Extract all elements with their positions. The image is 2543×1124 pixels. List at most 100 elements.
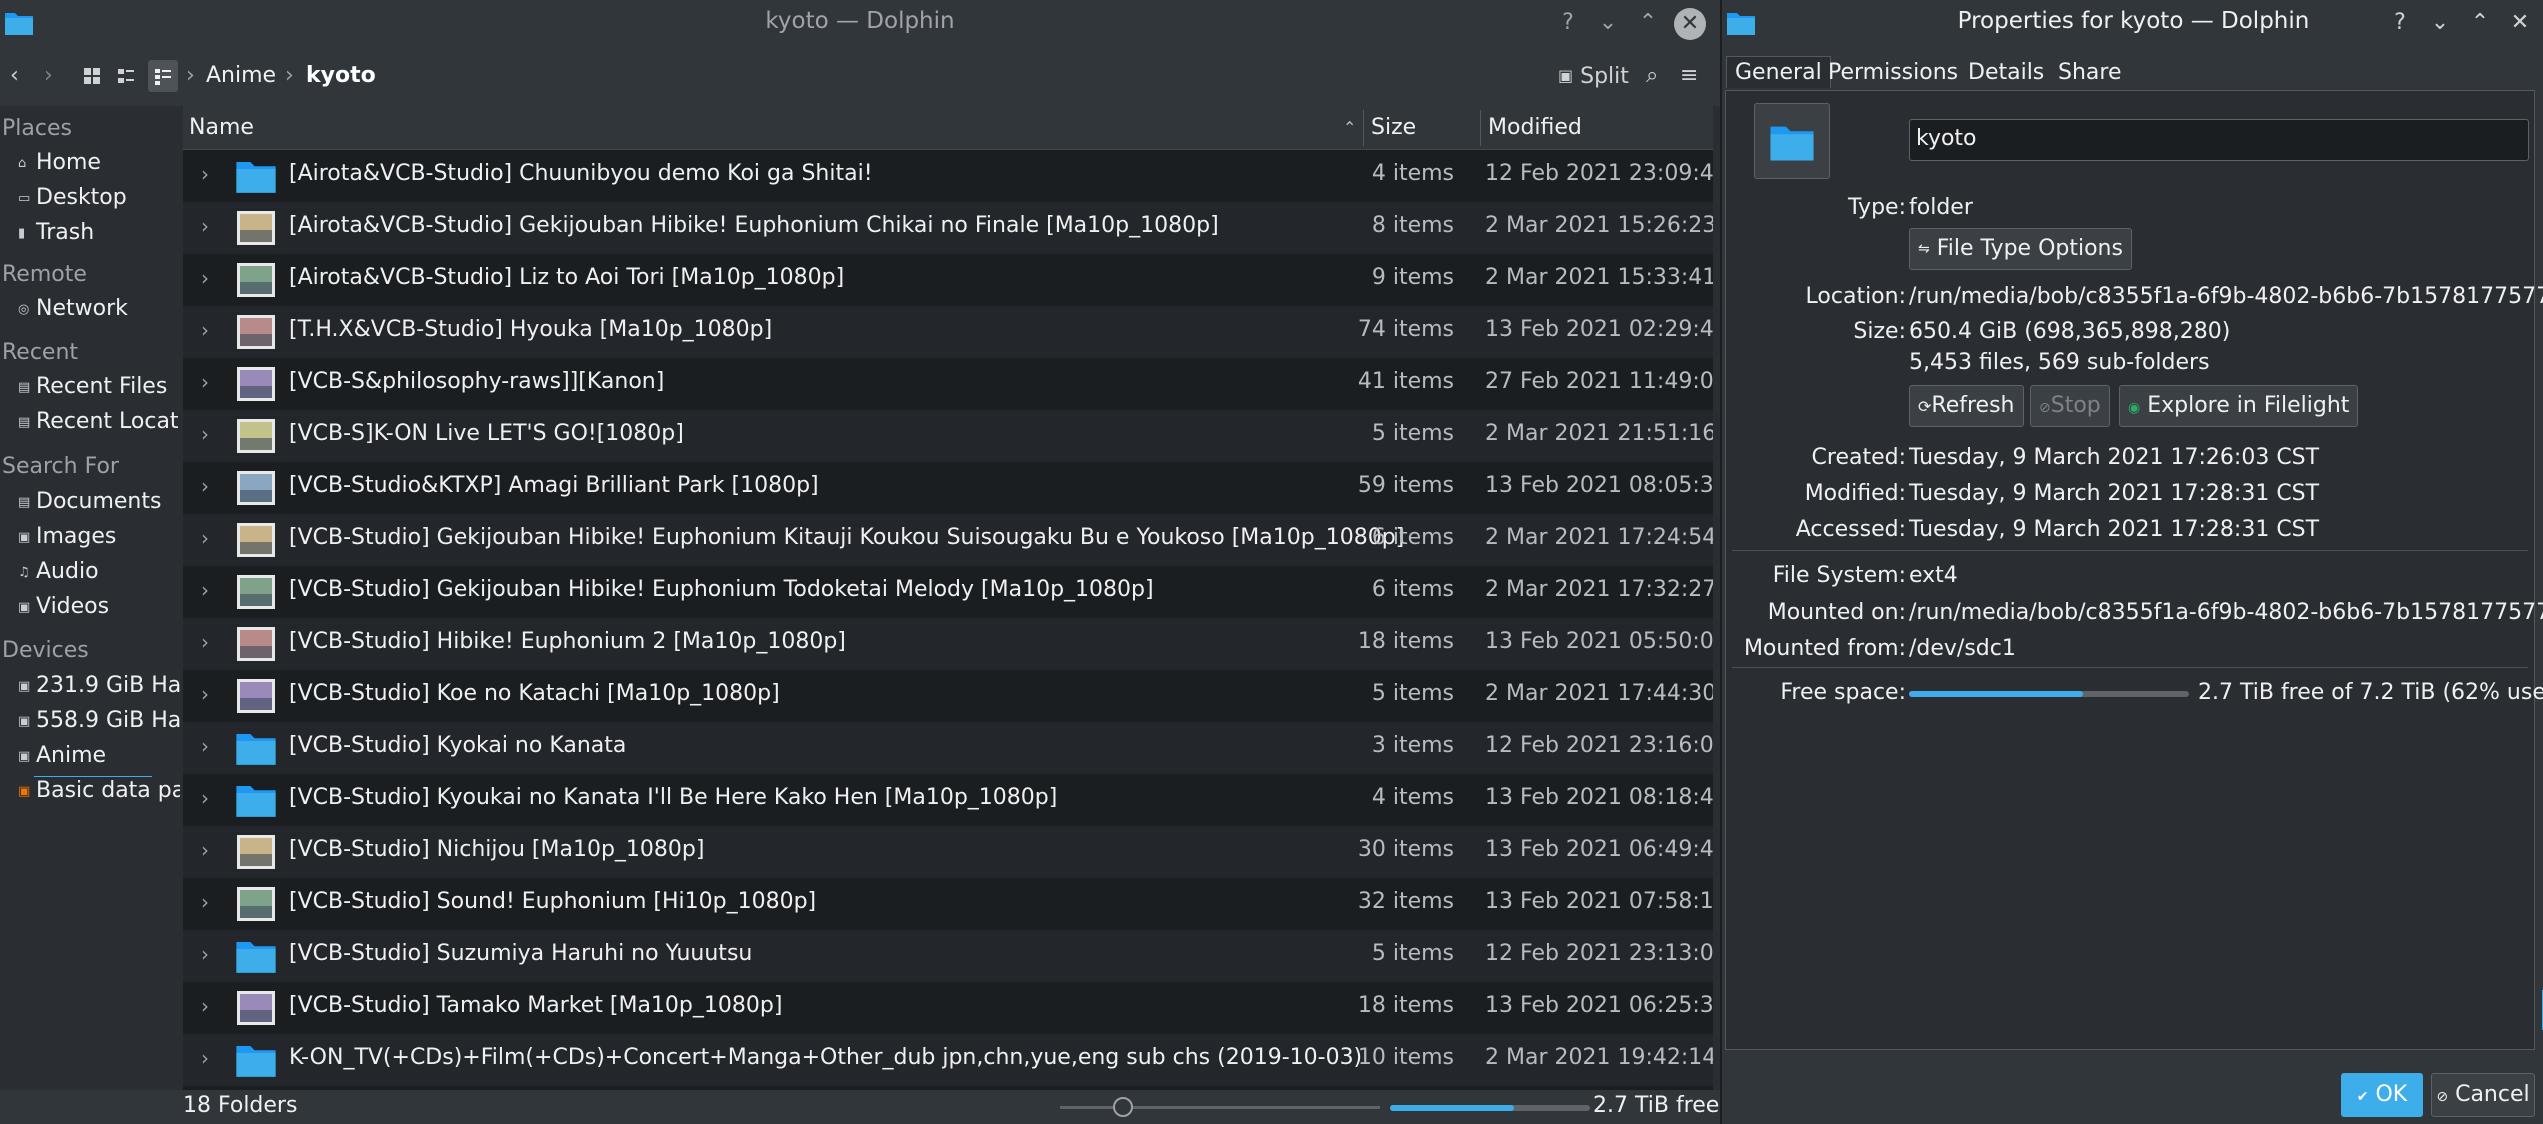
status-bar: 18 Folders 2.7 TiB free [0,1090,1720,1124]
expand-chevron-icon[interactable]: › [201,474,209,498]
expand-chevron-icon[interactable]: › [201,630,209,654]
expand-chevron-icon[interactable]: › [201,526,209,550]
tab-permissions[interactable]: Permissions [1828,60,1958,85]
filesystem-value: ext4 [1909,563,1958,588]
places-item-basic-data[interactable]: ▣ Basic data pa [18,778,180,803]
cancel-button[interactable]: ⊘ Cancel [2431,1073,2535,1117]
table-row[interactable]: › [VCB-Studio] Gekijouban Hibike! Euphoni… [183,514,1713,566]
table-row[interactable]: › [VCB-Studio] Nichijou [Ma10p_1080p] 30 i… [183,826,1713,878]
close-icon[interactable]: ✕ [2506,9,2534,37]
column-size[interactable]: Size [1363,115,1416,140]
tab-general[interactable]: General [1726,56,1831,88]
recent-locations-icon: ▤ [18,415,31,430]
breadcrumb-anime[interactable]: Anime [206,60,276,92]
accessed-label: Accessed: [1795,517,1906,542]
close-icon[interactable]: ✕ [1674,8,1706,40]
file-type-options-button[interactable]: ⇋ File Type Options [1909,228,2132,270]
places-item-home[interactable]: ⌂ Home [18,150,101,175]
name-field[interactable]: kyoto [1909,119,2529,161]
table-row[interactable]: › [VCB-Studio] Suzumiya Haruhi no Yuuutsu… [183,930,1713,982]
compact-view-icon[interactable] [116,60,136,92]
places-item-documents[interactable]: ▤ Documents [18,489,161,514]
dolphin-titlebar[interactable]: kyoto — Dolphin ? ⌄ ⌃ ✕ [0,0,1720,46]
zoom-slider[interactable] [1060,1106,1380,1109]
expand-chevron-icon[interactable]: › [201,734,209,758]
location-value: /run/media/bob/c8355f1a-6f9b-4802-b6b6-7… [1909,284,2543,309]
places-item-audio[interactable]: ♫ Audio [18,559,99,584]
expand-chevron-icon[interactable]: › [201,1046,209,1070]
file-size: 59 items [1357,473,1454,498]
expand-chevron-icon[interactable]: › [201,318,209,342]
column-modified[interactable]: Modified [1488,115,1582,140]
places-item-images[interactable]: ▣ Images [18,524,116,549]
minimize-icon[interactable]: ⌄ [1594,9,1622,37]
free-space-bar [1909,691,2189,697]
table-row[interactable]: › [VCB-Studio] Hibike! Euphonium 2 [Ma10p… [183,618,1713,670]
icons-view-icon[interactable] [82,60,102,92]
table-row[interactable]: › [VCB-Studio] Sound! Euphonium [Hi10p_10… [183,878,1713,930]
maximize-icon[interactable]: ⌃ [1634,9,1662,37]
table-row[interactable]: › [VCB-Studio] Gekijouban Hibike! Euphoni… [183,566,1713,618]
expand-chevron-icon[interactable]: › [201,994,209,1018]
maximize-icon[interactable]: ⌃ [2466,9,2494,37]
help-icon[interactable]: ? [1554,9,1582,37]
places-item-recent-locations[interactable]: ▤Recent Locatio [18,409,180,434]
file-modified: 27 Feb 2021 11:49:06 [1485,369,1713,394]
places-item-network[interactable]: ◎ Network [18,296,128,321]
breadcrumb-kyoto[interactable]: kyoto [306,60,376,92]
expand-chevron-icon[interactable]: › [201,682,209,706]
file-modified: 2 Mar 2021 15:33:41 [1485,265,1713,290]
places-item-recent-files[interactable]: ▤ Recent Files [18,374,167,399]
expand-chevron-icon[interactable]: › [201,370,209,394]
table-row[interactable]: › [VCB-Studio] Koe no Katachi [Ma10p_1080… [183,670,1713,722]
expand-chevron-icon[interactable]: › [201,578,209,602]
table-row[interactable]: › [Airota&VCB-Studio] Liz to Aoi Tori [Ma… [183,254,1713,306]
table-row[interactable]: › [T.H.X&VCB-Studio] Hyouka [Ma10p_1080p]… [183,306,1713,358]
table-row[interactable]: › [Airota&VCB-Studio] Gekijouban Hibike! … [183,202,1713,254]
tab-details[interactable]: Details [1968,60,2044,85]
minimize-icon[interactable]: ⌄ [2426,9,2454,37]
expand-chevron-icon[interactable]: › [201,162,209,186]
expand-chevron-icon[interactable]: › [201,266,209,290]
ok-button[interactable]: ✔ OK [2341,1073,2423,1117]
table-row[interactable]: › [VCB-S]K-ON Live LET'S GO![1080p] 5 item… [183,410,1713,462]
expand-chevron-icon[interactable]: › [201,786,209,810]
column-separator[interactable] [1480,110,1481,146]
table-row[interactable]: › [VCB-Studio] Kyoukai no Kanata I'll Be … [183,774,1713,826]
table-row[interactable]: › [Airota&VCB-Studio] Chuunibyou demo Koi… [183,150,1713,202]
stop-button[interactable]: ⊘Stop [2030,385,2110,427]
refresh-button[interactable]: ⟳Refresh [1909,385,2024,427]
folder-thumbnail-icon [235,312,277,352]
zoom-slider-handle[interactable] [1113,1097,1133,1117]
expand-chevron-icon[interactable]: › [201,422,209,446]
column-name[interactable]: Name [189,115,254,140]
expand-chevron-icon[interactable]: › [201,890,209,914]
places-item-videos[interactable]: ▣ Videos [18,594,109,619]
table-row[interactable]: › [VCB-S&philosophy-raws]][Kanon] 41 items… [183,358,1713,410]
hamburger-menu-icon[interactable]: ≡ [1680,60,1698,92]
table-row[interactable]: › [VCB-Studio&KTXP] Amagi Brilliant Park … [183,462,1713,514]
help-icon[interactable]: ? [2386,9,2414,37]
split-button[interactable]: ▣ Split [1558,60,1629,92]
expand-chevron-icon[interactable]: › [201,838,209,862]
table-row[interactable]: › [VCB-Studio] Tamako Market [Ma10p_1080p… [183,982,1713,1034]
tab-share[interactable]: Share [2058,60,2122,85]
places-item-anime[interactable]: ▣ Anime [18,743,106,768]
details-view-icon[interactable] [148,60,178,92]
forward-icon[interactable]: › [44,60,53,92]
file-size: 4 items [1371,785,1454,810]
search-icon[interactable]: ⌕ [1646,60,1658,92]
places-item-hdd-1[interactable]: ▣ 231.9 GiB Har [18,673,180,698]
explore-filelight-button[interactable]: ◉ Explore in Filelight [2119,385,2359,427]
back-icon[interactable]: ‹ [10,60,19,92]
table-row[interactable]: › K-ON_TV(+CDs)+Film(+CDs)+Concert+Manga+… [183,1034,1713,1086]
places-item-desktop[interactable]: ▭ Desktop [18,185,127,210]
places-item-hdd-2[interactable]: ▣ 558.9 GiB Har [18,708,180,733]
column-header: Name ⌃ Size Modified [183,106,1713,150]
expand-chevron-icon[interactable]: › [201,214,209,238]
breadcrumb-separator-icon: › [186,63,195,88]
documents-icon: ▤ [18,495,31,510]
table-row[interactable]: › [VCB-Studio] Kyokai no Kanata 3 items 12 … [183,722,1713,774]
expand-chevron-icon[interactable]: › [201,942,209,966]
places-item-trash[interactable]: ▮ Trash [18,220,94,245]
